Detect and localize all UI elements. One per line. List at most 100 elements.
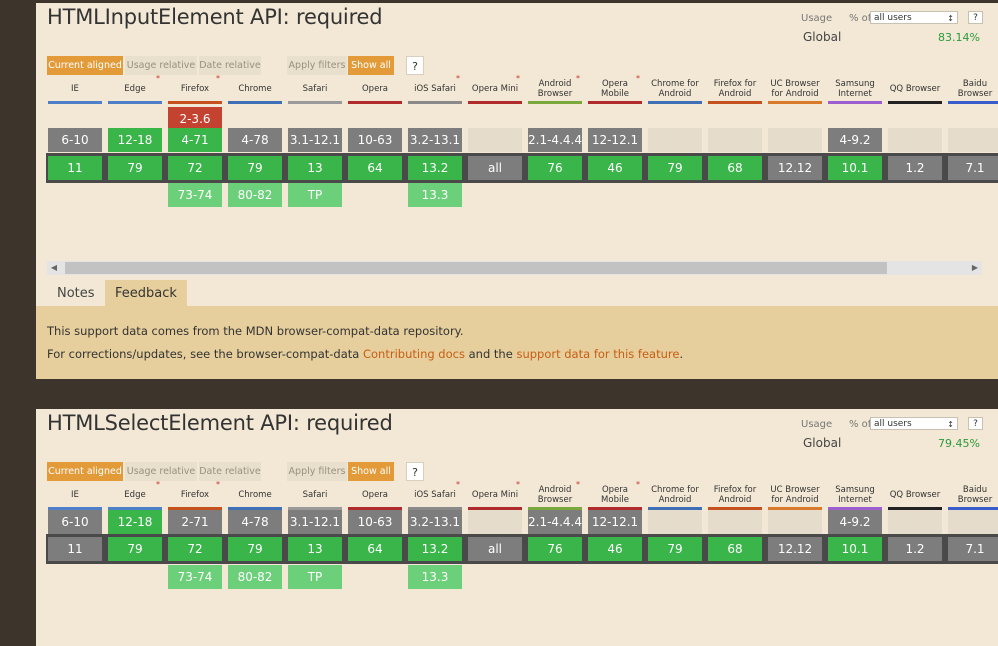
horizontal-scrollbar[interactable]: ◀ ▶ <box>47 261 982 275</box>
tab-feedback[interactable]: Feedback <box>105 280 187 307</box>
support-cell-edge[interactable]: 12-18 <box>108 128 162 152</box>
show-all-button[interactable]: Show all <box>348 56 394 75</box>
date-relative-button[interactable]: Date relative <box>199 56 261 75</box>
column-header-android-browser[interactable]: Android Browser * <box>528 480 582 510</box>
support-cell-ios-safari[interactable]: 13.3 <box>408 183 462 207</box>
support-cell-samsung-internet[interactable]: 10.1 <box>828 156 882 180</box>
support-cell-firefox[interactable]: 72 <box>168 537 222 561</box>
column-header-edge[interactable]: Edge * <box>108 74 162 104</box>
column-header-opera[interactable]: Opera <box>348 482 402 510</box>
column-header-samsung-internet[interactable]: Samsung Internet <box>828 482 882 510</box>
column-header-opera-mobile[interactable]: Opera Mobile * <box>588 480 642 510</box>
support-data-link[interactable]: support data for this feature <box>516 347 679 361</box>
support-cell-chrome[interactable]: 4-78 <box>228 510 282 534</box>
support-cell-samsung-internet[interactable]: 4-9.2 <box>828 510 882 534</box>
support-cell-safari[interactable]: TP <box>288 565 342 589</box>
support-cell-opera[interactable]: 64 <box>348 156 402 180</box>
scroll-thumb[interactable] <box>65 262 887 274</box>
column-header-ios-safari[interactable]: iOS Safari * <box>408 480 462 510</box>
column-header-firefox-for-android[interactable]: Firefox for Android <box>708 76 762 104</box>
column-header-chrome[interactable]: Chrome <box>228 76 282 104</box>
column-header-samsung-internet[interactable]: Samsung Internet <box>828 76 882 104</box>
scroll-right-icon[interactable]: ▶ <box>968 261 982 275</box>
column-header-chrome-for-android[interactable]: Chrome for Android <box>648 482 702 510</box>
support-cell-ie[interactable]: 6-10 <box>48 128 102 152</box>
support-cell-ios-safari[interactable]: 13.3 <box>408 565 462 589</box>
column-header-android-browser[interactable]: Android Browser * <box>528 74 582 104</box>
support-cell-samsung-internet[interactable]: 4-9.2 <box>828 128 882 152</box>
support-cell-firefox[interactable]: 72 <box>168 156 222 180</box>
support-cell-android-browser[interactable]: 2.1-4.4.4 <box>528 510 582 534</box>
support-cell-ie[interactable]: 11 <box>48 537 102 561</box>
table-help-button[interactable]: ? <box>406 462 424 481</box>
support-cell-edge[interactable]: 79 <box>108 537 162 561</box>
feature-title[interactable]: HTMLSelectElement API: required <box>47 411 393 435</box>
feature-title[interactable]: HTMLInputElement API: required <box>47 5 383 29</box>
support-cell-ios-safari[interactable]: 3.2-13.1 <box>408 128 462 152</box>
support-cell-safari[interactable]: 3.1-12.1 <box>288 510 342 534</box>
support-cell-firefox[interactable]: 4-71 <box>168 128 222 152</box>
tab-notes[interactable]: Notes <box>47 280 105 307</box>
column-header-edge[interactable]: Edge * <box>108 480 162 510</box>
support-cell-safari[interactable]: 3.1-12.1 <box>288 128 342 152</box>
column-header-safari[interactable]: Safari <box>288 76 342 104</box>
support-cell-qq-browser[interactable]: 1.2 <box>888 537 942 561</box>
usage-relative-button[interactable]: Usage relative <box>125 56 197 75</box>
date-relative-button[interactable]: Date relative <box>199 462 261 481</box>
support-cell-opera-mobile[interactable]: 46 <box>588 537 642 561</box>
support-cell-chrome-for-android[interactable]: 79 <box>648 537 702 561</box>
column-header-firefox-for-android[interactable]: Firefox for Android <box>708 482 762 510</box>
column-header-qq-browser[interactable]: QQ Browser <box>888 76 942 104</box>
support-cell-samsung-internet[interactable]: 10.1 <box>828 537 882 561</box>
support-cell-firefox[interactable]: 73-74 <box>168 183 222 207</box>
table-help-button[interactable]: ? <box>406 56 424 75</box>
support-cell-chrome[interactable]: 79 <box>228 156 282 180</box>
support-cell-firefox-for-android[interactable]: 68 <box>708 537 762 561</box>
support-cell-uc-browser-for-android[interactable]: 12.12 <box>768 537 822 561</box>
apply-filters-button[interactable]: Apply filters <box>287 462 347 481</box>
usage-relative-button[interactable]: Usage relative <box>125 462 197 481</box>
column-header-chrome-for-android[interactable]: Chrome for Android <box>648 76 702 104</box>
users-select[interactable]: all users ↕ <box>870 417 958 430</box>
column-header-qq-browser[interactable]: QQ Browser <box>888 482 942 510</box>
column-header-opera-mobile[interactable]: Opera Mobile * <box>588 74 642 104</box>
support-cell-safari[interactable]: TP <box>288 183 342 207</box>
usage-help-button[interactable]: ? <box>968 11 983 24</box>
support-cell-qq-browser[interactable]: 1.2 <box>888 156 942 180</box>
support-cell-ie[interactable]: 6-10 <box>48 510 102 534</box>
column-header-opera[interactable]: Opera <box>348 76 402 104</box>
support-cell-chrome[interactable]: 80-82 <box>228 183 282 207</box>
support-cell-opera[interactable]: 10-63 <box>348 510 402 534</box>
show-all-button[interactable]: Show all <box>348 462 394 481</box>
column-header-uc-browser-for-android[interactable]: UC Browser for Android <box>768 482 822 510</box>
column-header-firefox[interactable]: Firefox * <box>168 74 222 104</box>
support-cell-firefox[interactable]: 73-74 <box>168 565 222 589</box>
support-cell-firefox[interactable]: 2-71 <box>168 510 222 534</box>
support-cell-opera[interactable]: 64 <box>348 537 402 561</box>
contributing-docs-link[interactable]: Contributing docs <box>363 347 465 361</box>
support-cell-opera-mobile[interactable]: 12-12.1 <box>588 510 642 534</box>
support-cell-android-browser[interactable]: 2.1-4.4.4 <box>528 128 582 152</box>
column-header-chrome[interactable]: Chrome <box>228 482 282 510</box>
support-cell-opera-mini[interactable]: all <box>468 537 522 561</box>
support-cell-ios-safari[interactable]: 13.2 <box>408 156 462 180</box>
scroll-left-icon[interactable]: ◀ <box>47 261 61 275</box>
support-cell-firefox-for-android[interactable]: 68 <box>708 156 762 180</box>
support-cell-uc-browser-for-android[interactable]: 12.12 <box>768 156 822 180</box>
support-cell-chrome[interactable]: 79 <box>228 537 282 561</box>
support-cell-baidu-browser[interactable]: 7.1 <box>948 156 998 180</box>
current-aligned-button[interactable]: Current aligned <box>47 56 123 75</box>
support-cell-opera-mobile[interactable]: 46 <box>588 156 642 180</box>
support-cell-edge[interactable]: 12-18 <box>108 510 162 534</box>
apply-filters-button[interactable]: Apply filters <box>287 56 347 75</box>
column-header-firefox[interactable]: Firefox * <box>168 480 222 510</box>
support-cell-edge[interactable]: 79 <box>108 156 162 180</box>
support-cell-opera-mini[interactable]: all <box>468 156 522 180</box>
support-cell-opera[interactable]: 10-63 <box>348 128 402 152</box>
column-header-baidu-browser[interactable]: Baidu Browser <box>948 76 998 104</box>
column-header-ie[interactable]: IE <box>48 482 102 510</box>
column-header-opera-mini[interactable]: Opera Mini * <box>468 480 522 510</box>
current-aligned-button[interactable]: Current aligned <box>47 462 123 481</box>
column-header-uc-browser-for-android[interactable]: UC Browser for Android <box>768 76 822 104</box>
support-cell-ie[interactable]: 11 <box>48 156 102 180</box>
